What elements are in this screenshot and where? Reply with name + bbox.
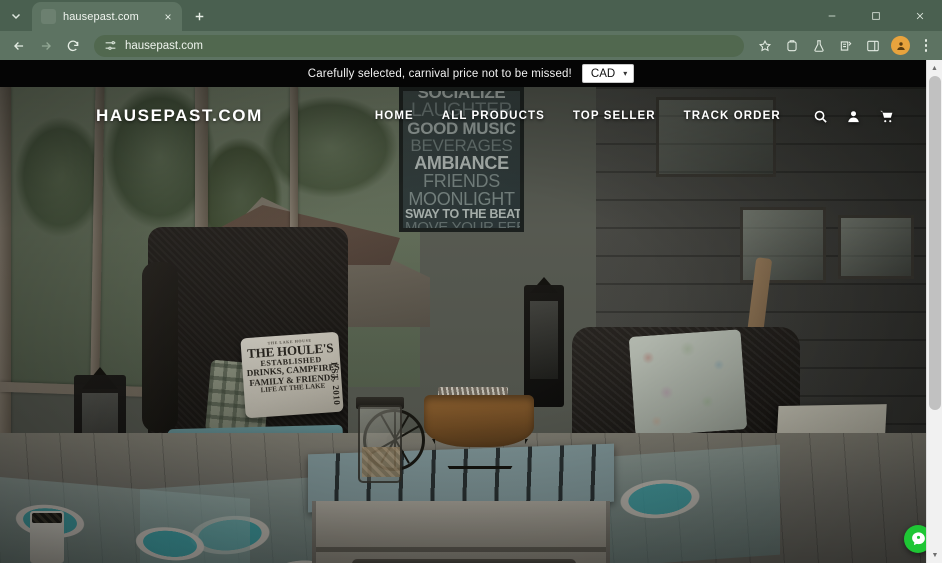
porch-photo: SOCIALIZE LAUGHTER GOOD MUSIC BEVERAGES …: [0, 87, 926, 563]
url-text: hausepast.com: [125, 39, 203, 52]
profile-avatar[interactable]: [891, 36, 910, 55]
tall-lantern: [524, 285, 564, 407]
sign-line: FRIENDS: [423, 170, 500, 191]
tab-title: hausepast.com: [63, 10, 139, 23]
minimize-icon[interactable]: [810, 0, 854, 31]
text-pillow: THE LAKE HOUSE THE HOULE'S ESTABLISHED D…: [240, 331, 344, 419]
floral-pillow: [628, 329, 748, 437]
site-logo[interactable]: HAUSEPAST.COM: [96, 106, 263, 126]
site-favicon: [41, 9, 56, 24]
labs-flask-icon[interactable]: [806, 33, 831, 58]
page-viewport: Carefully selected, carnival price not t…: [0, 60, 942, 563]
nav-item-home[interactable]: HOME: [375, 110, 414, 122]
maximize-icon[interactable]: [854, 0, 898, 31]
sign-line: MOONLIGHT: [408, 188, 515, 209]
sign-line: MOVE YOUR FEET: [405, 219, 524, 232]
nav-item-all-products[interactable]: ALL PRODUCTS: [442, 110, 545, 122]
bookmark-star-icon[interactable]: [752, 33, 777, 58]
currency-value: CAD: [590, 67, 616, 80]
reload-icon[interactable]: [60, 33, 86, 59]
tab-strip: hausepast.com ×: [0, 0, 942, 31]
header-icons: [813, 109, 894, 124]
back-icon[interactable]: [6, 33, 32, 59]
page-scrollbar[interactable]: ▲ ▼: [926, 60, 942, 563]
hero-banner: SOCIALIZE LAUGHTER GOOD MUSIC BEVERAGES …: [0, 87, 926, 563]
scroll-down-arrow[interactable]: ▼: [927, 547, 942, 563]
chevron-down-icon: ▾: [623, 69, 628, 78]
chrome-menu-icon[interactable]: [916, 33, 936, 58]
main-navigation: HOME ALL PRODUCTS TOP SELLER TRACK ORDER: [375, 110, 781, 122]
pallet-table-body: [312, 501, 610, 563]
address-bar[interactable]: hausepast.com: [94, 34, 744, 57]
nav-item-top-seller[interactable]: TOP SELLER: [573, 110, 656, 122]
announcement-message: Carefully selected, carnival price not t…: [307, 67, 572, 80]
window-controls: [810, 0, 942, 31]
close-window-icon[interactable]: [898, 0, 942, 31]
site-settings-tune-icon[interactable]: [104, 39, 117, 52]
window-pane: [838, 215, 914, 279]
chat-bubble-icon: [911, 531, 925, 545]
scroll-up-arrow[interactable]: ▲: [927, 60, 942, 76]
window-pane: [740, 207, 826, 283]
browser-tab[interactable]: hausepast.com ×: [32, 2, 182, 31]
tab-search-icon[interactable]: [4, 4, 28, 28]
toolbar-actions: [752, 33, 936, 58]
side-panel-icon[interactable]: [860, 33, 885, 58]
table-ledge: [316, 547, 606, 552]
close-icon[interactable]: ×: [160, 9, 176, 25]
bucket: [30, 511, 64, 563]
tab-search-container: [0, 0, 32, 31]
site-header: HAUSEPAST.COM HOME ALL PRODUCTS TOP SELL…: [0, 87, 926, 145]
pillow-year: EST. 2010: [329, 361, 343, 406]
sofa-arm: [142, 262, 178, 432]
new-tab-icon[interactable]: [186, 3, 212, 29]
sign-line: AMBIANCE: [414, 152, 509, 173]
announcement-bar: Carefully selected, carnival price not t…: [0, 60, 942, 87]
search-icon[interactable]: [813, 109, 828, 124]
currency-select[interactable]: CAD ▾: [581, 64, 635, 83]
reading-list-icon[interactable]: [833, 33, 858, 58]
browser-toolbar: hausepast.com: [0, 31, 942, 60]
browser-window: hausepast.com × hausepast.com Carefully …: [0, 0, 942, 563]
nav-item-track-order[interactable]: TRACK ORDER: [684, 110, 781, 122]
forward-icon[interactable]: [33, 33, 59, 59]
scrollbar-thumb[interactable]: [929, 76, 941, 410]
glass-jar: [358, 405, 402, 483]
account-icon[interactable]: [846, 109, 861, 124]
share-icon[interactable]: [779, 33, 804, 58]
cart-icon[interactable]: [879, 109, 894, 124]
